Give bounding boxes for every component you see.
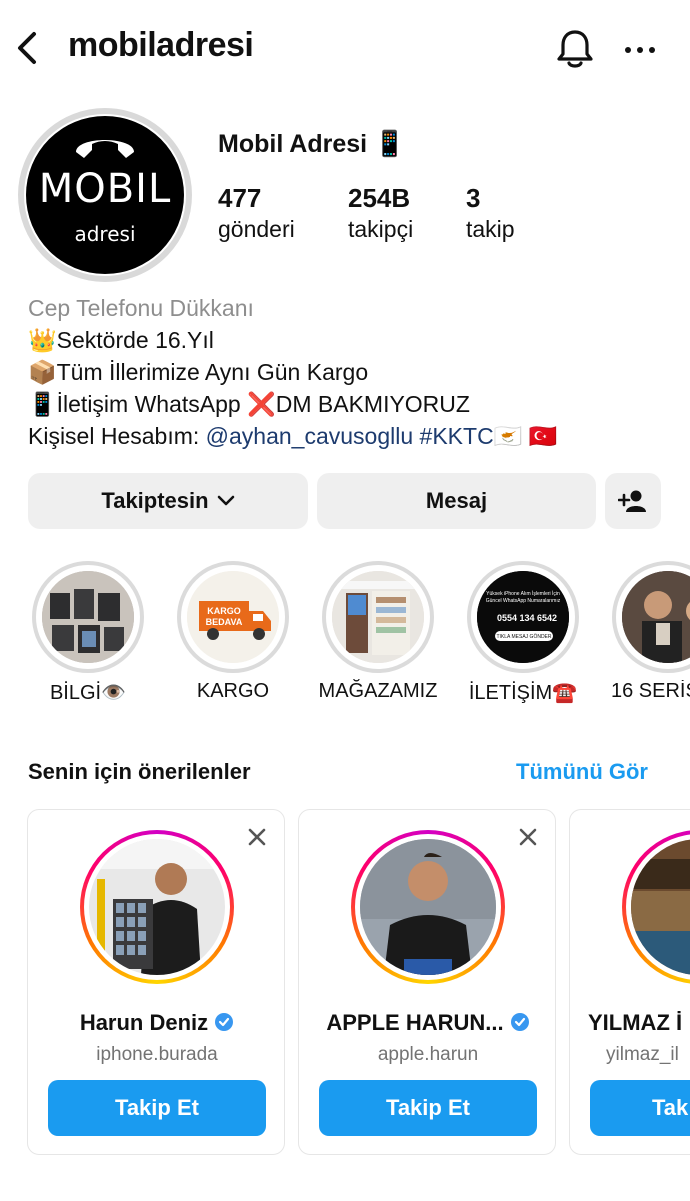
bio-line: 📦Tüm İllerimize Aynı Gün Kargo xyxy=(28,359,369,385)
avatar-logo-subtext: adresi xyxy=(74,222,136,246)
highlight-16-serisi[interactable] xyxy=(612,561,690,673)
svg-text:Yüksek iPhone Alım İşlemleri İ: Yüksek iPhone Alım İşlemleri İçin xyxy=(486,590,560,597)
highlight-thumb xyxy=(332,571,424,663)
close-icon[interactable] xyxy=(246,826,268,848)
highlight-magazamiz[interactable] xyxy=(322,561,434,673)
suggestion-card[interactable]: Harun Deniz iphone.burada Takip Et xyxy=(27,809,285,1155)
svg-text:TIKLA MESAJ GÖNDER: TIKLA MESAJ GÖNDER xyxy=(496,633,551,640)
svg-text:0554 134 6542: 0554 134 6542 xyxy=(497,613,557,623)
suggestion-username: iphone.burada xyxy=(96,1044,218,1065)
highlight-bilgi[interactable] xyxy=(32,561,144,673)
suggestion-username: apple.harun xyxy=(377,1044,479,1065)
suggestion-name-text: APPLE HARUN... xyxy=(326,1010,504,1035)
suggestion-name-text: Harun Deniz xyxy=(79,1010,209,1035)
svg-text:BEDAVA: BEDAVA xyxy=(206,617,243,627)
following-label[interactable]: takip xyxy=(466,216,515,243)
follow-button[interactable]: Takip Et xyxy=(319,1080,537,1136)
highlight-kargo[interactable]: KARGO BEDAVA xyxy=(177,561,289,673)
suggestion-avatar[interactable] xyxy=(622,830,690,984)
bio-line: 📱İletişim WhatsApp ❌DM BAKMIYORUZ xyxy=(28,391,470,417)
following-button-label: Takiptesin xyxy=(101,488,209,513)
posts-label[interactable]: gönderi xyxy=(218,216,295,243)
bio-line: Kişisel Hesabım: @ayhan_cavusogllu #KKTC… xyxy=(28,420,557,452)
chevron-down-icon xyxy=(217,495,234,506)
suggestion-avatar[interactable] xyxy=(351,830,505,984)
followers-label[interactable]: takipçi xyxy=(348,216,413,243)
suggestion-card[interactable]: APPLE HARUN... apple.harun Takip Et xyxy=(298,809,556,1155)
verified-badge-icon xyxy=(510,1013,529,1031)
add-user-icon xyxy=(618,490,646,512)
bell-icon[interactable] xyxy=(554,27,596,71)
bio-personal-label: Kişisel Hesabım: xyxy=(28,423,206,449)
highlight-thumb: Yüksek iPhone Alım İşlemleri İçin Güncel… xyxy=(477,571,569,663)
follow-button[interactable]: Takip Et xyxy=(48,1080,266,1136)
bio-mention-link[interactable]: @ayhan_cavusogllu #KKTC xyxy=(206,423,494,449)
back-arrow-icon[interactable] xyxy=(10,28,50,68)
highlight-thumb xyxy=(42,571,134,663)
highlight-label: İLETİŞİM☎️ xyxy=(468,682,578,704)
suggestion-name: APPLE HARUN... xyxy=(299,1010,557,1036)
avatar[interactable]: MOBIL adresi xyxy=(26,116,184,274)
see-all-link[interactable]: Tümünü Gör xyxy=(516,759,648,785)
bio-category: Cep Telefonu Dükkanı xyxy=(28,295,254,321)
suggestion-name: YILMAZ İ xyxy=(588,1010,683,1035)
highlight-thumb: KARGO BEDAVA xyxy=(187,571,279,663)
page-title: mobiladresi xyxy=(68,26,254,64)
suggestion-card[interactable]: YILMAZ İ yilmaz_il Tak xyxy=(569,809,690,1155)
suggestions-title: Senin için önerilenler xyxy=(28,759,251,784)
verified-badge-icon xyxy=(215,1013,234,1031)
posts-count[interactable]: 477 xyxy=(218,183,261,214)
message-button[interactable]: Mesaj xyxy=(317,473,596,529)
highlight-label: MAĞAZAMIZ xyxy=(318,680,438,702)
following-button[interactable]: Takiptesin xyxy=(28,473,308,529)
message-button-label: Mesaj xyxy=(425,488,488,513)
follow-button[interactable]: Tak xyxy=(590,1080,690,1136)
highlight-iletisim[interactable]: Yüksek iPhone Alım İşlemleri İçin Güncel… xyxy=(467,561,579,673)
close-icon[interactable] xyxy=(517,826,539,848)
bio-flags: 🇨🇾 🇹🇷 xyxy=(493,423,558,449)
suggestion-avatar[interactable] xyxy=(80,830,234,984)
highlight-thumb xyxy=(622,571,690,663)
more-icon[interactable] xyxy=(620,38,660,62)
highlight-label: 16 SERİS xyxy=(611,680,690,702)
svg-text:Güncel WhatsApp Numaralarımız: Güncel WhatsApp Numaralarımız xyxy=(486,598,561,604)
avatar-logo-text: MOBIL xyxy=(38,166,172,212)
suggestion-username: yilmaz_il xyxy=(606,1044,679,1065)
svg-text:KARGO: KARGO xyxy=(207,606,241,616)
suggestion-name: Harun Deniz xyxy=(28,1010,286,1036)
highlight-label: KARGO xyxy=(196,680,270,702)
add-user-button[interactable] xyxy=(605,473,661,529)
following-count[interactable]: 3 xyxy=(466,183,480,214)
followers-count[interactable]: 254B xyxy=(348,183,410,214)
highlight-label: BİLGİ👁️ xyxy=(49,682,127,704)
bio-line: 👑Sektörde 16.Yıl xyxy=(28,327,214,353)
display-name: Mobil Adresi 📱 xyxy=(218,130,406,158)
